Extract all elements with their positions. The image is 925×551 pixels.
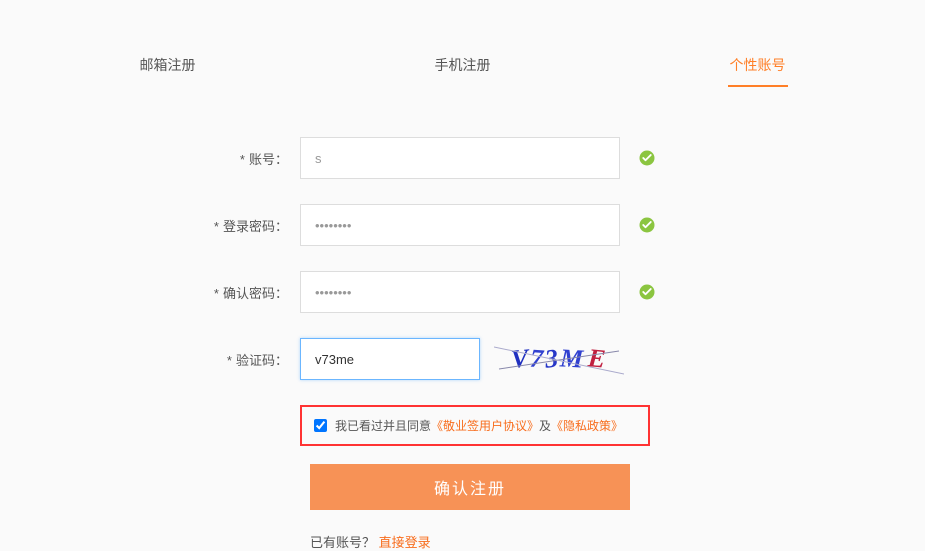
confirm-password-row: *确认密码： xyxy=(0,271,925,313)
check-icon xyxy=(638,283,656,301)
tabs: 邮箱注册 手机注册 个性账号 xyxy=(0,0,925,87)
login-link[interactable]: 直接登录 xyxy=(379,535,431,550)
account-label: *账号： xyxy=(0,149,300,168)
captcha-row: *验证码： V73ME xyxy=(0,338,925,380)
agreement-row: 我已看过并且同意 《敬业签用户协议》 及 《隐私政策》 xyxy=(300,405,650,446)
account-input[interactable] xyxy=(300,137,620,179)
password-row: *登录密码： xyxy=(0,204,925,246)
captcha-input[interactable] xyxy=(300,338,480,380)
user-agreement-link[interactable]: 《敬业签用户协议》 xyxy=(431,417,539,434)
password-input[interactable] xyxy=(300,204,620,246)
required-asterisk: * xyxy=(227,353,232,368)
check-icon xyxy=(638,149,656,167)
captcha-label: *验证码： xyxy=(0,350,300,369)
required-asterisk: * xyxy=(240,152,245,167)
registration-container: 邮箱注册 手机注册 个性账号 *账号： *登录密码： xyxy=(0,0,925,551)
submit-button[interactable]: 确认注册 xyxy=(310,464,630,510)
required-asterisk: * xyxy=(214,286,219,301)
tab-personal-account[interactable]: 个性账号 xyxy=(728,45,788,87)
agreement-text: 我已看过并且同意 xyxy=(335,417,431,434)
password-label: *登录密码： xyxy=(0,216,300,235)
tab-email-register[interactable]: 邮箱注册 xyxy=(138,45,198,87)
has-account-text: 已有账号？ xyxy=(310,535,375,550)
tab-phone-register[interactable]: 手机注册 xyxy=(433,45,493,87)
required-asterisk: * xyxy=(214,219,219,234)
bottom-text: 已有账号？ 直接登录 xyxy=(310,532,925,551)
account-row: *账号： xyxy=(0,137,925,179)
privacy-policy-link[interactable]: 《隐私政策》 xyxy=(551,417,623,434)
captcha-image[interactable]: V73ME xyxy=(494,339,624,379)
form-area: *账号： *登录密码： xyxy=(0,87,925,551)
confirm-password-label: *确认密码： xyxy=(0,283,300,302)
agreement-checkbox[interactable] xyxy=(314,419,327,432)
check-icon xyxy=(638,216,656,234)
confirm-password-input[interactable] xyxy=(300,271,620,313)
agreement-and: 及 xyxy=(539,417,551,434)
